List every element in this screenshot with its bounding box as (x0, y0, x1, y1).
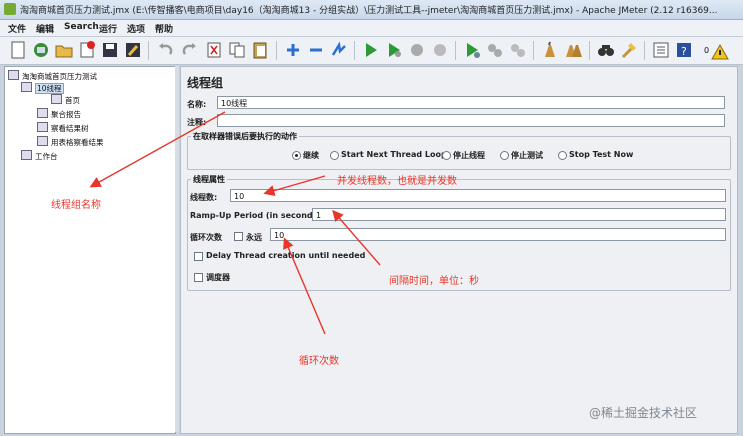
annotation-arrows (89, 111, 381, 335)
arrow-threads (263, 175, 326, 197)
annotation-loop-count: 循环次数 (299, 356, 339, 367)
arrow-name (89, 111, 226, 188)
watermark: @稀土掘金技术社区 (589, 406, 698, 420)
annotation-thread-group-name: 线程组名称 (51, 200, 101, 211)
annotation-rampup: 间隔时间，单位：秒 (389, 276, 479, 287)
annotation-thread-count: 并发线程数，也就是并发数 (337, 176, 457, 187)
arrow-loops (283, 237, 326, 335)
arrow-rampup (332, 209, 381, 266)
